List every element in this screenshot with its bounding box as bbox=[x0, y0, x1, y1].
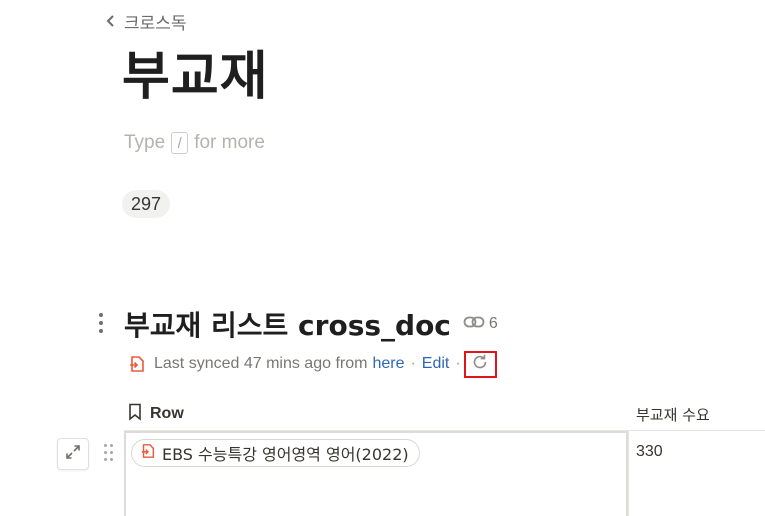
synced-block-icon bbox=[140, 443, 156, 463]
column-header-label: Row bbox=[150, 405, 184, 422]
separator: · bbox=[410, 355, 416, 372]
placeholder-prefix: Type bbox=[124, 132, 166, 153]
sync-text: Last synced 47 mins ago from bbox=[154, 355, 368, 372]
placeholder-suffix: for more bbox=[194, 132, 265, 153]
separator: · bbox=[455, 355, 461, 372]
handle-dot bbox=[99, 321, 103, 325]
count-badge: 297 bbox=[122, 190, 171, 218]
edit-link[interactable]: Edit bbox=[422, 355, 450, 373]
page-mention-label: EBS 수능특강 영어영역 영어(2022) bbox=[162, 445, 409, 464]
drag-dot bbox=[110, 444, 113, 447]
empty-block-placeholder[interactable]: Type / for more bbox=[124, 132, 265, 154]
linked-views-indicator[interactable]: 6 bbox=[463, 315, 498, 334]
link-count: 6 bbox=[488, 315, 498, 332]
page-mention[interactable]: EBS 수능특강 영어영역 영어(2022) bbox=[131, 439, 420, 467]
link-icon bbox=[463, 315, 485, 334]
bookmark-icon bbox=[128, 403, 142, 426]
breadcrumb[interactable]: 크로스독 bbox=[104, 10, 187, 34]
demand-value[interactable]: 330 bbox=[636, 443, 663, 461]
chevron-left-icon bbox=[104, 14, 118, 28]
handle-dot bbox=[99, 313, 103, 317]
column-header-label: 부교재 수요 bbox=[636, 405, 710, 424]
page-title[interactable]: 부교재 bbox=[122, 42, 269, 112]
synced-block-icon bbox=[128, 355, 146, 373]
drag-dot bbox=[110, 458, 113, 461]
column-header-row[interactable]: Row bbox=[128, 401, 184, 427]
open-row-button[interactable] bbox=[57, 438, 89, 470]
refresh-icon bbox=[471, 353, 489, 376]
breadcrumb-label: 크로스독 bbox=[124, 13, 187, 34]
drag-dot bbox=[104, 444, 107, 447]
drag-dot bbox=[104, 451, 107, 454]
refresh-button[interactable] bbox=[463, 350, 497, 378]
block-options-handle[interactable] bbox=[96, 313, 106, 333]
database-header: 부교재 리스트 cross_doc 6 bbox=[124, 304, 498, 344]
column-divider bbox=[628, 431, 629, 516]
drag-dot bbox=[104, 458, 107, 461]
expand-icon bbox=[64, 443, 82, 466]
sync-source-link[interactable]: here bbox=[372, 355, 404, 373]
column-header-demand[interactable]: 부교재 수요 bbox=[636, 401, 710, 427]
slash-key-hint: / bbox=[171, 132, 189, 154]
handle-dot bbox=[99, 329, 103, 333]
drag-handle-icon[interactable] bbox=[104, 444, 114, 462]
sync-status: Last synced 47 mins ago from here · Edit… bbox=[128, 350, 497, 378]
database-title[interactable]: 부교재 리스트 cross_doc bbox=[124, 304, 451, 344]
drag-dot bbox=[110, 451, 113, 454]
